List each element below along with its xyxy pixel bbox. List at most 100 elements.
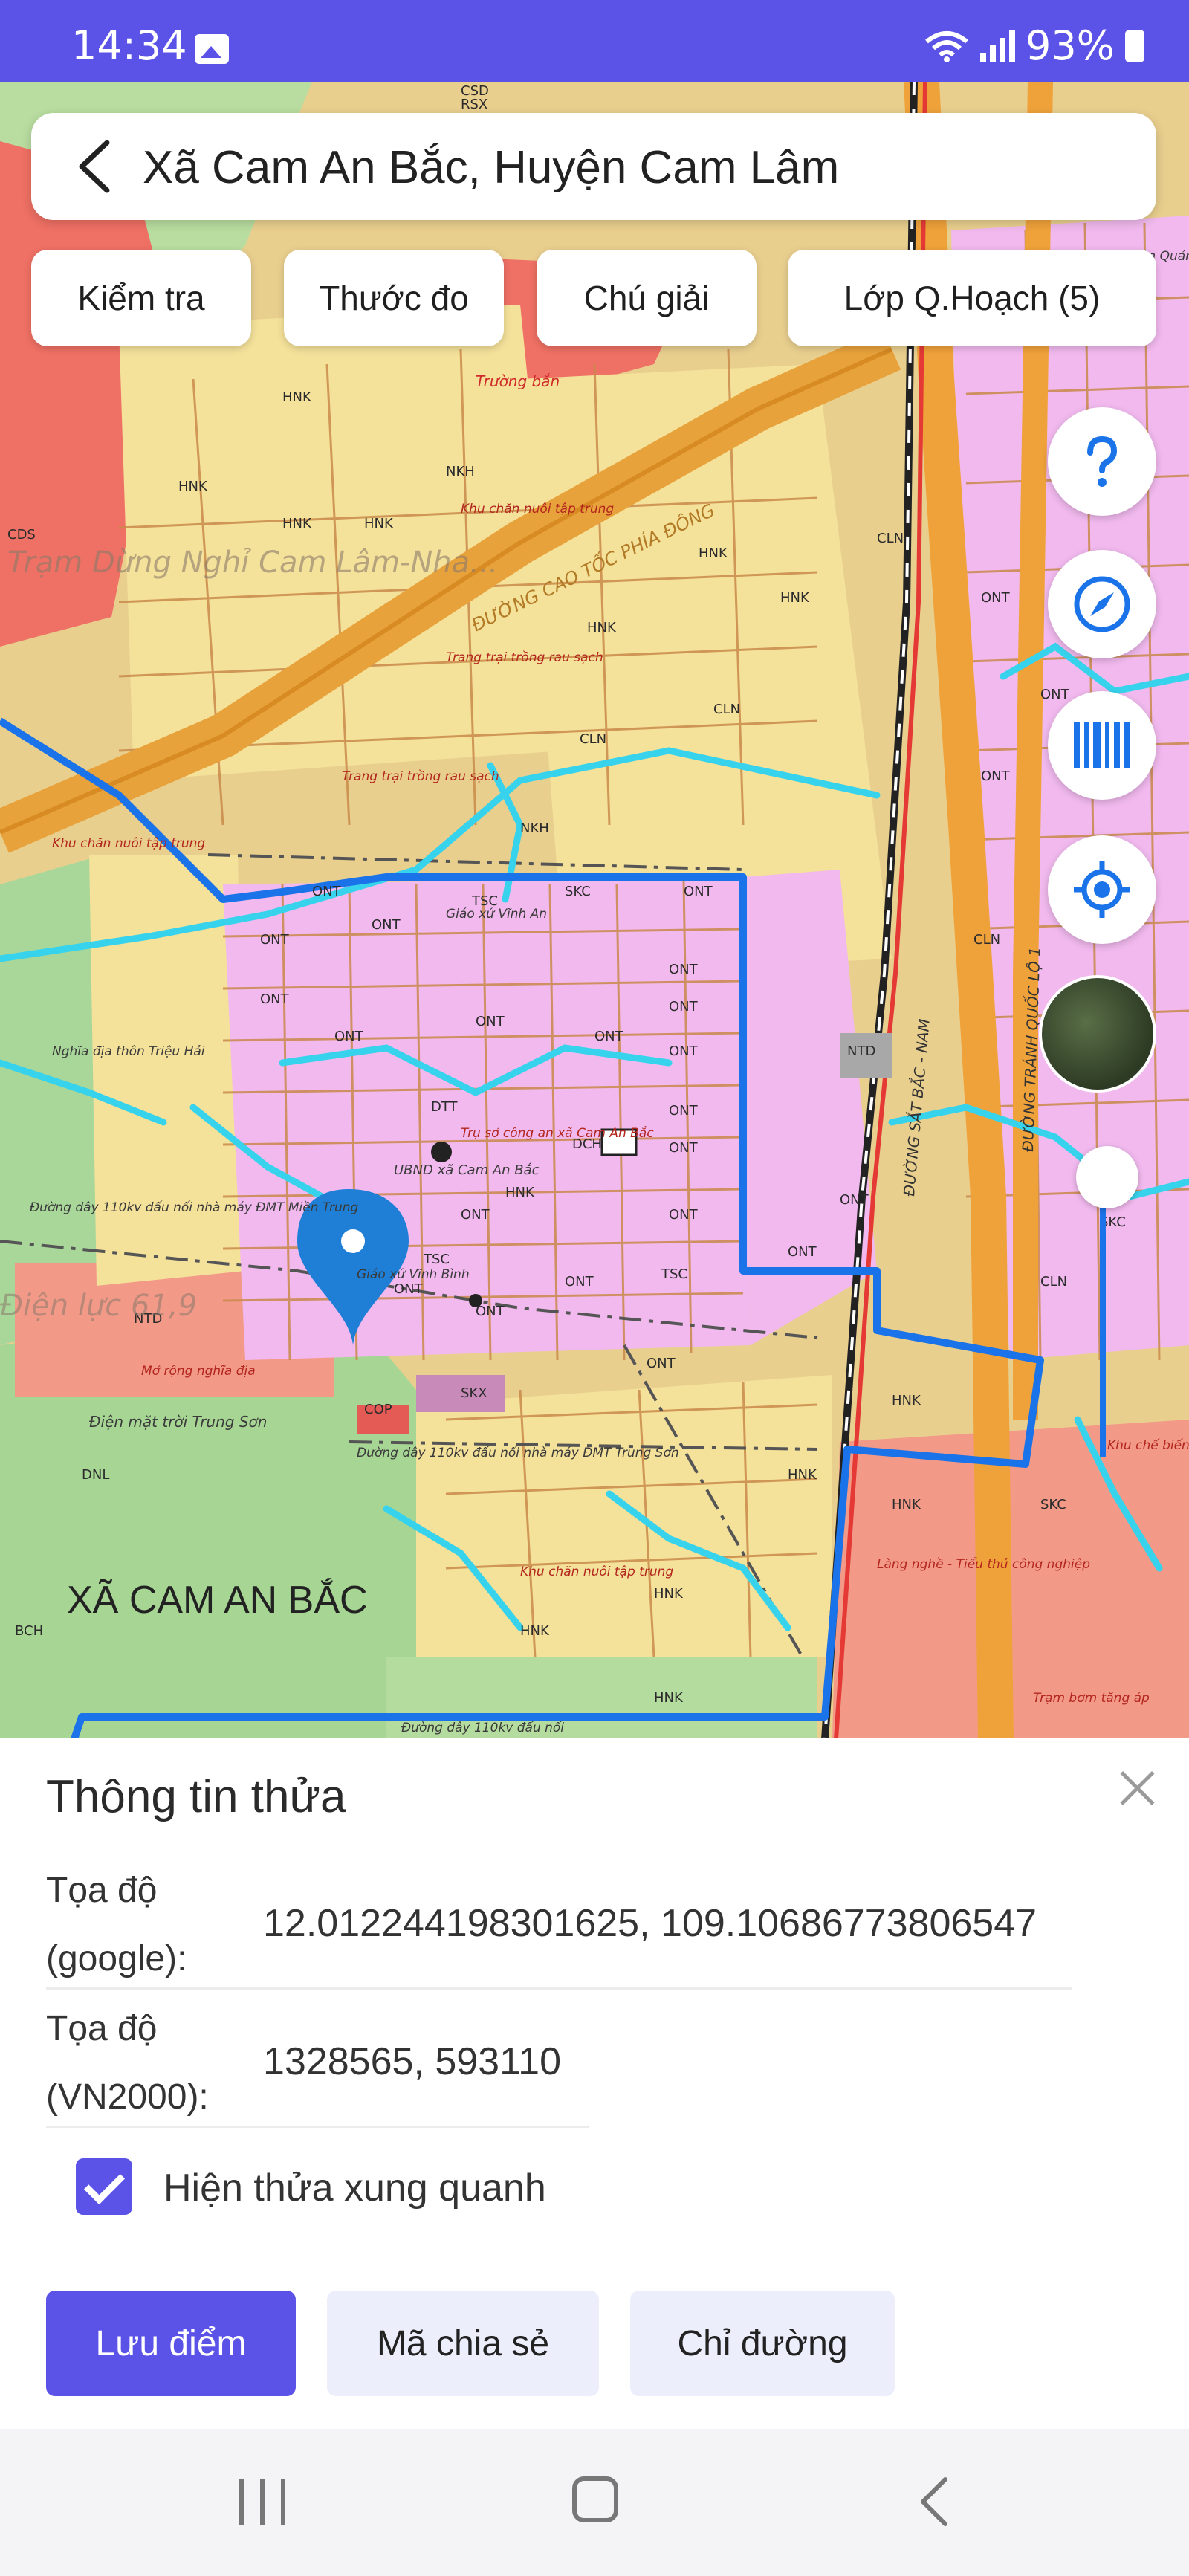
map-label: ONT <box>1040 687 1070 702</box>
map-label: CDS <box>7 527 36 543</box>
status-time: 14:34 <box>71 22 187 69</box>
commune-label: XÃ CAM AN BẮC <box>67 1578 368 1622</box>
compass-button[interactable] <box>1048 550 1156 658</box>
map-label: HNK <box>699 546 728 561</box>
map-label: ONT <box>476 1304 505 1319</box>
map-label: ONT <box>312 884 342 899</box>
vn2000-coord-label: Tọa độ (VN2000): <box>46 1995 247 2132</box>
map-label: ONT <box>461 1207 490 1223</box>
map-label: ONT <box>260 932 290 948</box>
recents-icon[interactable] <box>239 2479 288 2525</box>
close-icon[interactable] <box>1115 1766 1159 1810</box>
directions-button[interactable]: Chỉ đường <box>630 2291 895 2396</box>
satellite-layer-toggle[interactable] <box>1039 975 1156 1093</box>
signal-icon <box>979 30 1015 62</box>
my-location-button[interactable] <box>1048 835 1156 944</box>
planning-layers-chip[interactable]: Lớp Q.Hoạch (5) <box>788 250 1156 346</box>
opacity-slider-handle[interactable] <box>1076 1146 1138 1208</box>
show-neighbors-label: Hiện thửa xung quanh <box>163 2166 546 2210</box>
map-label: Nghĩa địa thôn Triệu Hải <box>52 1044 205 1059</box>
map-label: ONT <box>372 917 401 933</box>
map-label: CLN <box>877 531 904 546</box>
map-label: Trang trại trồng rau sạch <box>342 768 499 784</box>
map-label: Giáo xứ Vĩnh Bình <box>357 1267 470 1282</box>
vn2000-coord-label-line1: Tọa độ <box>46 2009 158 2048</box>
map-label: HNK <box>780 590 810 606</box>
save-point-button[interactable]: Lưu điểm <box>46 2291 296 2396</box>
barcode-button[interactable] <box>1048 691 1156 800</box>
google-coord-label-line2: (google): <box>46 1939 187 1978</box>
map-label: CLN <box>580 731 606 747</box>
show-neighbors-checkbox[interactable] <box>76 2158 132 2215</box>
back-icon[interactable] <box>913 2475 957 2528</box>
map-label: CLN <box>713 702 740 717</box>
map-label: Đường dây 110kv đấu nối <box>401 1720 564 1735</box>
map-label: Trạm Dừng Nghỉ Cam Lâm-Nha... <box>7 546 498 580</box>
share-code-button[interactable]: Mã chia sẻ <box>327 2291 599 2396</box>
map-label: ONT <box>669 999 699 1014</box>
map-label: Trường bắn <box>476 372 560 390</box>
measure-chip[interactable]: Thước đo <box>284 250 504 346</box>
map-label: ONT <box>669 1207 699 1223</box>
back-arrow-icon[interactable] <box>68 135 128 198</box>
map-label: HNK <box>364 516 394 531</box>
barcode-icon <box>1074 722 1130 768</box>
map-label: ONT <box>476 1014 505 1029</box>
map-label: HNK <box>788 1467 817 1483</box>
divider <box>46 2126 589 2128</box>
map-label: ONT <box>594 1029 624 1044</box>
map-label: SKC <box>565 884 591 899</box>
google-coord-value: 12.012244198301625, 109.10686773806547 <box>263 1902 1037 1945</box>
map-label: HNK <box>282 389 312 405</box>
vn2000-coord-row: Tọa độ (VN2000): 1328565, 593110 <box>46 1995 1072 2136</box>
map-label: SKX <box>461 1385 487 1401</box>
map-label: Đường dây 110kv đấu nối nhà máy ĐMT Trun… <box>357 1445 679 1460</box>
map-label: HNK <box>282 516 312 531</box>
wifi-icon <box>925 30 968 62</box>
vn2000-coord-label-line2: (VN2000): <box>46 2077 209 2117</box>
map-label: ONT <box>669 1140 699 1156</box>
map-label: Điện mặt trời Trung Sơn <box>89 1413 267 1431</box>
check-chip[interactable]: Kiểm tra <box>31 250 251 346</box>
crosshair-icon <box>1074 861 1130 918</box>
map-label: HNK <box>178 479 208 494</box>
legend-chip[interactable]: Chú giải <box>537 250 757 346</box>
map-label: ONT <box>669 1103 699 1119</box>
map-label: Giáo xứ Vĩnh An <box>446 907 547 922</box>
map-label: ONT <box>260 991 290 1007</box>
google-coord-row: Tọa độ (google): 12.012244198301625, 109… <box>46 1857 1072 1998</box>
google-coord-label-line1: Tọa độ <box>46 1871 158 1910</box>
home-icon[interactable] <box>572 2476 618 2522</box>
map-label: ONT <box>669 962 699 977</box>
map-label: Trạm bơm tăng áp <box>1033 1691 1150 1706</box>
map-label: Khu chăn nuôi tập trung <box>461 502 614 517</box>
search-bar[interactable]: Xã Cam An Bắc, Huyện Cam Lâm <box>31 113 1156 220</box>
map-label: Đường dây 110kv đấu nối nhà máy ĐMT Miền… <box>30 1200 359 1215</box>
map-label: ONT <box>669 1043 699 1059</box>
map-label: ONT <box>684 884 713 899</box>
google-coord-label: Tọa độ (google): <box>46 1857 247 1993</box>
status-right: 93% <box>924 22 1144 69</box>
map-label: CLN <box>1040 1274 1067 1289</box>
map-label: Mở rộng nghĩa địa <box>141 1364 256 1379</box>
map-label: RSX <box>461 97 487 112</box>
map-label: NTD <box>847 1043 875 1059</box>
battery-icon <box>1125 29 1144 62</box>
map-label: Trụ sở công an xã Cam An Bắc <box>461 1125 654 1141</box>
map-label: DNL <box>82 1467 109 1483</box>
map-label: Khu chăn nuôi tập trung <box>520 1564 673 1579</box>
map-label: HNK <box>520 1623 550 1639</box>
map-label: HNK <box>587 620 617 635</box>
map-label: HNK <box>654 1586 684 1602</box>
map-label: Trang trại trồng rau sạch <box>446 650 603 665</box>
map-label: CLN <box>973 932 1000 948</box>
map-label: ONT <box>394 1281 424 1297</box>
opacity-slider-track[interactable] <box>1100 1189 1106 1457</box>
map-label: Khu chăn nuôi tập trung <box>52 836 205 851</box>
map-label: BCH <box>15 1623 43 1639</box>
sheet-title: Thông tin thửa <box>46 1771 346 1822</box>
help-button[interactable] <box>1048 407 1156 516</box>
map-label: Điện lực 61,9 <box>0 1289 197 1323</box>
map-label: HNK <box>892 1497 921 1512</box>
map-label: Khu chế biến tập trung <box>1107 1437 1189 1453</box>
